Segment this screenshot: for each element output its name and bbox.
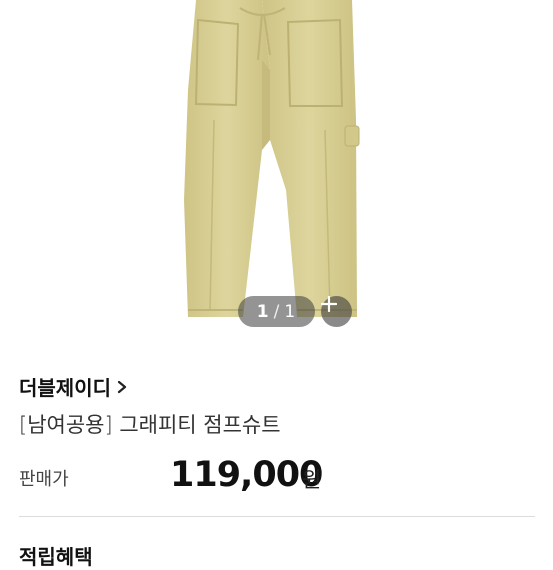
plus-icon: [321, 296, 337, 312]
price-label: 판매가: [19, 469, 69, 490]
image-pager: 1 / 1: [238, 296, 315, 327]
zoom-button[interactable]: [321, 296, 352, 327]
pager-current: 1: [256, 301, 270, 322]
divider: [19, 516, 535, 517]
price-value: 119,000: [170, 455, 323, 495]
pager-total: 1: [284, 301, 297, 322]
price-row: 판매가 119,000 원: [19, 455, 539, 499]
product-image[interactable]: 1 / 1: [0, 0, 553, 345]
chevron-right-icon: [117, 380, 127, 394]
jumpsuit-illustration: [184, 0, 360, 317]
product-name: [남여공용] 그래피티 점프슈트: [19, 413, 281, 437]
section-title-benefits: 적립혜택: [19, 545, 93, 569]
brand-link[interactable]: 더블제이디: [19, 372, 127, 401]
price-unit: 원: [302, 468, 322, 492]
brand-name: 더블제이디: [19, 376, 111, 400]
pager-separator: /: [273, 301, 281, 322]
